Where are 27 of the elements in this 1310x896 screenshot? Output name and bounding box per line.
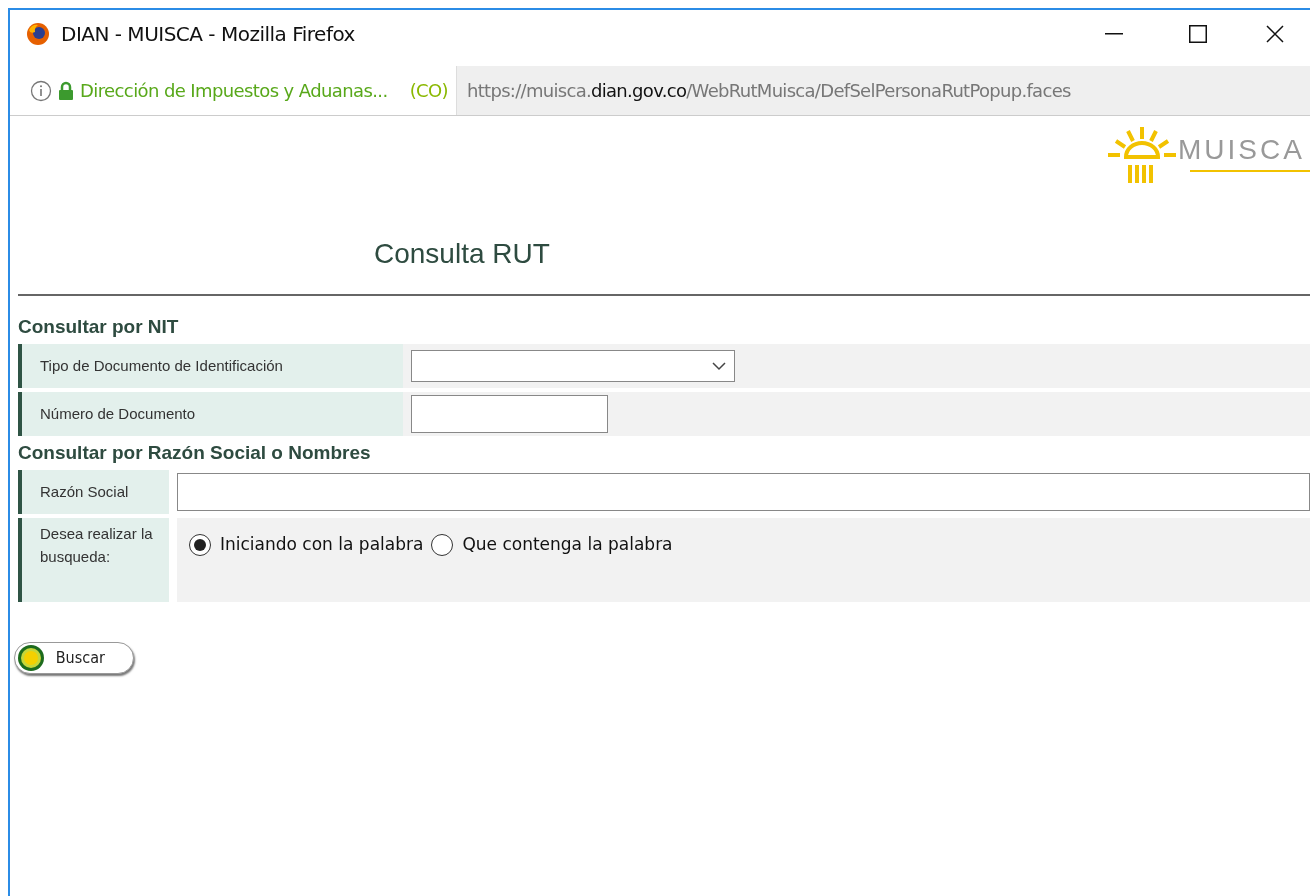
radio-button[interactable]: [189, 533, 211, 556]
field-label: Número de Documento: [18, 392, 403, 436]
document-type-select[interactable]: [411, 350, 735, 382]
logo-wordmark: MUISCA: [1178, 136, 1306, 164]
chevron-down-icon: [712, 361, 726, 371]
country-code: (CO): [409, 79, 448, 103]
lock-icon: [58, 80, 74, 101]
section-heading: Consultar por NIT: [18, 314, 180, 339]
radio-label: Iniciando con la palabra: [220, 533, 424, 556]
url-text[interactable]: https://muisca.dian.gov.co/WebRutMuisca/DefSelPersonaRutPopup.faces: [457, 77, 1071, 104]
input-field[interactable]: [177, 473, 1310, 511]
field-label: Razón Social: [18, 470, 169, 514]
browser-logo-icon: [26, 22, 50, 46]
field-label: Desea realizar la busqueda:: [18, 518, 169, 602]
field-label: Tipo de Documento de Identificación: [18, 344, 403, 388]
section-heading: Consultar por Razón Social o Nombres: [18, 440, 372, 465]
page-title: Consulta RUT: [374, 237, 550, 271]
circle-icon: [17, 644, 45, 672]
radio-label: Que contenga la palabra: [462, 533, 673, 556]
minimize-icon: [1105, 33, 1123, 35]
radio-button[interactable]: [431, 533, 454, 556]
info-icon: [30, 79, 52, 102]
maximize-icon: [1189, 25, 1207, 43]
window-title: DIAN - MUISCA - Mozilla Firefox: [61, 21, 355, 48]
input-field[interactable]: [411, 395, 608, 433]
search-button[interactable]: Buscar: [14, 642, 134, 674]
close-icon: [1266, 25, 1284, 43]
